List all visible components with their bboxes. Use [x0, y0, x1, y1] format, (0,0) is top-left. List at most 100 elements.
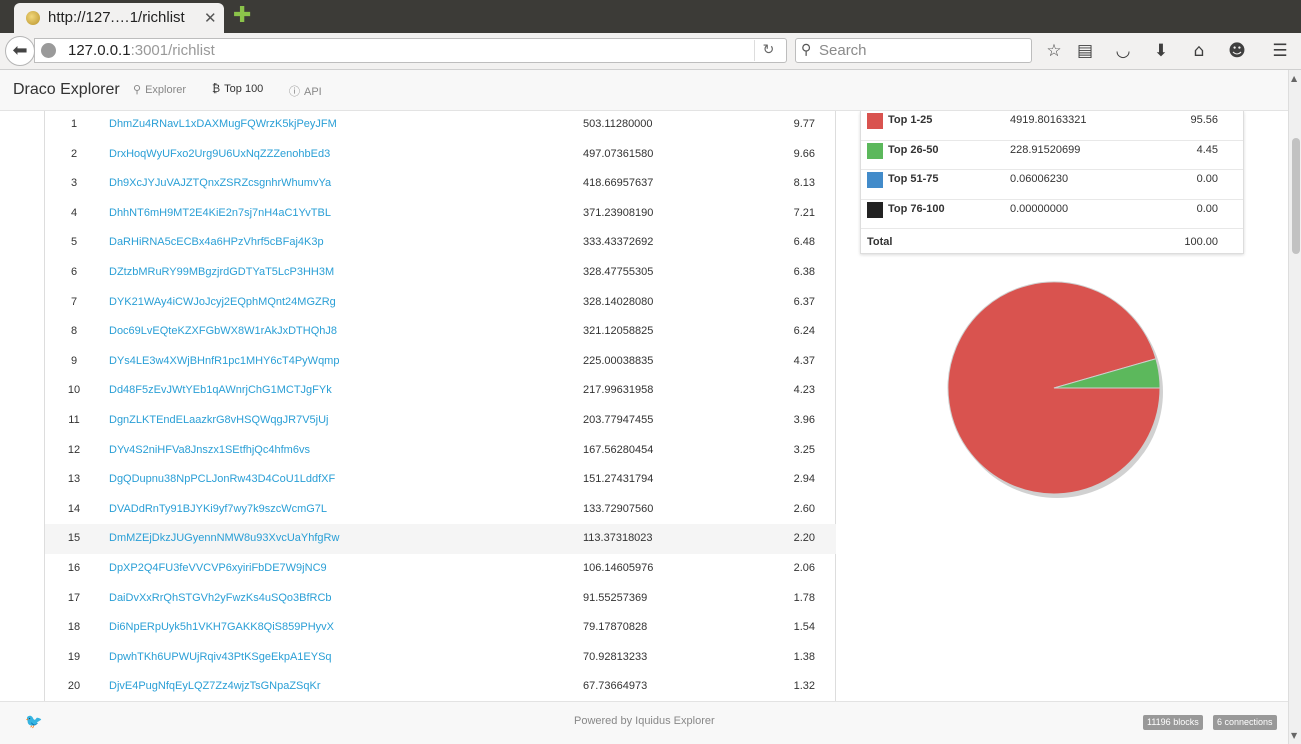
globe-icon — [41, 43, 56, 58]
browser-titlebar: http://127.…1/richlist ✕ ✚ — [0, 0, 1301, 33]
distribution-label: Top 1-25 — [888, 114, 933, 126]
table-row: 19 DpwhTKh6UPWUjRqiv43PtKSgeEkpA1EYSq 70.9… — [45, 643, 836, 673]
home-icon[interactable]: ⌂ — [1188, 41, 1210, 61]
address-link[interactable]: DaRHiRNA5cECBx4a6HPzVhrf5cBFaj4K3p — [109, 236, 324, 248]
table-row: 7 DYK21WAy4iCWJoJcyj2EQphMQnt24MGZRg 328.1… — [45, 288, 836, 318]
rank-cell: 11 — [68, 414, 80, 426]
page-scrollbar[interactable]: ▲ ▼ — [1288, 70, 1301, 744]
table-row: 1 DhmZu4RNavL1xDAXMugFQWrzK5kjPeyJFM 503.1… — [45, 110, 836, 140]
distribution-row: Top 76-100 0.00000000 0.00 — [861, 200, 1243, 229]
table-row: 10 Dd48F5zEvJWtYEb1qAWnrjChG1MCTJgFYk 217.… — [45, 376, 836, 406]
distribution-label: Top 26-50 — [888, 143, 939, 156]
address-link[interactable]: DYv4S2niHFVa8Jnszx1SEtfhjQc4hfm6vs — [109, 444, 310, 456]
reload-button[interactable]: ↻ — [754, 40, 782, 61]
address-link[interactable]: Doc69LvEQteKZXFGbWX8W1rAkJxDTHQhJ8 — [109, 325, 337, 337]
rank-cell: 6 — [70, 266, 78, 278]
total-label: Total — [867, 236, 893, 248]
rank-cell: 7 — [70, 295, 78, 308]
percent-cell: 8.13 — [793, 177, 815, 190]
rank-cell: 9 — [70, 354, 78, 367]
nav-top100[interactable]: ₿ Top 100 — [212, 83, 263, 95]
address-link[interactable]: Di6NpERpUyk5h1VKH7GAKK8QiS859PHyvX — [109, 621, 334, 633]
rank-cell: 14 — [67, 502, 81, 515]
balance-cell: 217.99631958 — [583, 384, 654, 397]
address-link[interactable]: DgnZLKTEndELaazkrG8vHSQWqgJR7V5jUj — [109, 414, 328, 426]
address-link[interactable]: DpXP2Q4FU3feVVCVP6xyiriFbDE7W9jNC9 — [109, 562, 327, 574]
address-link[interactable]: Dh9XcJYJuVAJZTQnxZSRZcsgnhrWhumvYa — [109, 177, 331, 189]
rank-cell: 8 — [70, 325, 78, 338]
percent-cell: 6.38 — [793, 266, 815, 278]
balance-cell: 203.77947455 — [583, 414, 654, 426]
rank-cell: 5 — [70, 236, 78, 249]
percent-cell: 6.48 — [793, 236, 815, 249]
address-link[interactable]: DZtzbMRuRY99MBgzjrdGDTYaT5LcP3HH3M — [109, 266, 334, 278]
bookmark-star-icon[interactable]: ☆ — [1043, 41, 1065, 61]
browser-tab[interactable]: http://127.…1/richlist ✕ — [14, 3, 224, 33]
chat-icon[interactable]: ☻ — [1226, 41, 1248, 61]
reading-list-icon[interactable]: ▤ — [1074, 41, 1096, 61]
balance-cell: 91.55257369 — [583, 591, 648, 604]
pocket-icon[interactable]: ◡ — [1112, 41, 1134, 61]
address-link[interactable]: DhmZu4RNavL1xDAXMugFQWrzK5kjPeyJFM — [109, 118, 337, 130]
address-link[interactable]: DgQDupnu38NpPCLJonRw43D4CoU1LddfXF — [109, 473, 335, 485]
balance-cell: 106.14605976 — [583, 562, 654, 574]
percent-cell: 3.25 — [793, 443, 815, 456]
balance-cell: 321.12058825 — [583, 325, 654, 338]
balance-cell: 328.47755305 — [583, 266, 654, 278]
address-link[interactable]: DaiDvXxRrQhSTGVh2yFwzKs4uSQo3BfRCb — [109, 592, 332, 604]
footer: 🐦 Powered by Iquidus Explorer 11196 bloc… — [0, 701, 1288, 744]
url-text[interactable]: 127.0.0.1:3001/richlist — [68, 42, 215, 59]
scroll-up-icon[interactable]: ▲ — [1291, 74, 1297, 83]
twitter-icon[interactable]: 🐦 — [25, 714, 42, 730]
balance-cell: 79.17870828 — [583, 621, 648, 634]
percent-cell: 2.60 — [793, 502, 815, 515]
rank-cell: 1 — [70, 118, 78, 130]
address-link[interactable]: DYK21WAy4iCWJoJcyj2EQphMQnt24MGZRg — [109, 296, 336, 308]
table-row: 3 Dh9XcJYJuVAJZTQnxZSRZcsgnhrWhumvYa 418.6… — [45, 169, 836, 199]
new-tab-button[interactable]: ✚ — [233, 3, 251, 29]
address-link[interactable]: DmMZEjDkzJUGyennNMW8u93XvcUaYhfgRw — [109, 532, 339, 544]
rank-cell: 16 — [67, 562, 81, 574]
scroll-thumb[interactable] — [1292, 138, 1300, 254]
powered-by-link[interactable]: Powered by Iquidus Explorer — [574, 715, 715, 727]
balance-cell: 133.72907560 — [583, 502, 654, 515]
percent-cell: 1.78 — [793, 591, 815, 604]
rank-cell: 10 — [67, 384, 81, 397]
distribution-row: Top 26-50 228.91520699 4.45 — [861, 141, 1243, 170]
balance-cell: 113.37318023 — [583, 532, 653, 545]
balance-cell: 371.23908190 — [583, 206, 654, 219]
legend-swatch — [867, 172, 883, 188]
distribution-row: Top 51-75 0.06006230 0.00 — [861, 170, 1243, 200]
balance-cell: 167.56280454 — [583, 443, 654, 456]
distribution-percent: 4.45 — [1196, 143, 1218, 156]
close-tab-icon[interactable]: ✕ — [204, 9, 217, 27]
address-link[interactable]: DjvE4PugNfqEyLQZ7Zz4wjzTsGNpaZSqKr — [109, 680, 321, 692]
distribution-amount: 0.06006230 — [1010, 173, 1069, 185]
connections-badge: 6 connections — [1213, 715, 1277, 730]
nav-api[interactable]: ⓘ API — [289, 83, 322, 99]
download-icon[interactable]: ⬇ — [1150, 41, 1172, 61]
address-link[interactable]: Dd48F5zEvJWtYEb1qAWnrjChG1MCTJgFYk — [109, 384, 332, 396]
table-row: 18 Di6NpERpUyk5h1VKH7GAKK8QiS859PHyvX 79.1… — [45, 613, 836, 643]
table-row: 11 DgnZLKTEndELaazkrG8vHSQWqgJR7V5jUj 203.… — [45, 406, 836, 436]
percent-cell: 2.94 — [793, 473, 815, 486]
address-link[interactable]: DYs4LE3w4XWjBHnfR1pc1MHY6cT4PyWqmp — [109, 355, 339, 367]
back-button[interactable]: ⬅ — [5, 36, 35, 66]
scroll-down-icon[interactable]: ▼ — [1291, 731, 1297, 740]
address-link[interactable]: DhhNT6mH9MT2E4KiE2n7sj7nH4aC1YvTBL — [109, 207, 331, 219]
address-link[interactable]: DpwhTKh6UPWUjRqiv43PtKSgeEkpA1EYSq — [109, 651, 332, 663]
table-row: 12 DYv4S2niHFVa8Jnszx1SEtfhjQc4hfm6vs 167.… — [45, 436, 836, 466]
nav-explorer[interactable]: ⚲ Explorer — [133, 83, 186, 96]
search-input[interactable]: ⚲ Search — [795, 38, 1032, 63]
percent-cell: 1.54 — [793, 621, 815, 634]
address-link[interactable]: DVADdRnTy91BJYKi9yf7wy7k9szcWcmG7L — [109, 503, 327, 515]
url-bar[interactable]: 127.0.0.1:3001/richlist ↻ — [34, 38, 787, 63]
table-row: 17 DaiDvXxRrQhSTGVh2yFwzKs4uSQo3BfRCb 91.5… — [45, 584, 836, 614]
table-row: 16 DpXP2Q4FU3feVVCVP6xyiriFbDE7W9jNC9 106.… — [45, 554, 836, 584]
menu-icon[interactable]: ☰ — [1269, 41, 1291, 61]
brand-link[interactable]: Draco Explorer — [13, 81, 120, 99]
distribution-percent: 0.00 — [1196, 202, 1218, 215]
rank-cell: 17 — [67, 591, 81, 604]
rank-cell: 13 — [67, 473, 81, 486]
address-link[interactable]: DrxHoqWyUFxo2Urg9U6UxNqZZZenohbEd3 — [109, 148, 330, 160]
